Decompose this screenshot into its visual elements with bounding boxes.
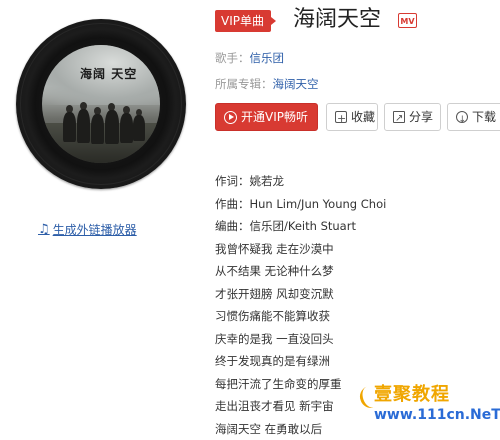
album-vinyl[interactable]: 海阔 天空 bbox=[16, 19, 186, 189]
album-cover-title: 海阔 天空 bbox=[80, 67, 140, 81]
vip-single-badge: VIP单曲 bbox=[215, 10, 271, 32]
lyric-line: 作词：姚若龙 bbox=[215, 170, 500, 193]
song-title: 海阔天空 bbox=[293, 6, 381, 34]
play-circle-icon bbox=[224, 111, 237, 124]
favorite-button[interactable]: 收藏 bbox=[326, 103, 378, 131]
mv-icon[interactable]: MV bbox=[398, 13, 417, 28]
lyric-line: 作曲：Hun Lim/Jun Young Choi bbox=[215, 193, 500, 216]
add-favorite-icon bbox=[335, 111, 347, 123]
lyric-line: 庆幸的是我 一直没回头 bbox=[215, 328, 500, 351]
download-icon bbox=[456, 111, 468, 123]
share-icon bbox=[393, 111, 405, 123]
download-label: 下载 bbox=[472, 104, 496, 130]
lyric-line: 才张开翅膀 风却变沉默 bbox=[215, 283, 500, 306]
lyric-line: 习惯伤痛能不能算收获 bbox=[215, 305, 500, 328]
watermark-url: www.111cn.NeT bbox=[374, 407, 500, 423]
watermark-brand: 壹聚教程 bbox=[374, 380, 450, 406]
album-link[interactable]: 海阔天空 bbox=[273, 77, 319, 91]
share-button[interactable]: 分享 bbox=[384, 103, 441, 131]
download-button[interactable]: 下载 bbox=[447, 103, 500, 131]
lyric-line: 终于发现真的是有绿洲 bbox=[215, 350, 500, 373]
site-watermark: 壹聚教程 www.111cn.NeT bbox=[360, 378, 500, 431]
singer-label: 歌手： bbox=[215, 51, 250, 65]
open-vip-play-label: 开通VIP畅听 bbox=[241, 104, 308, 130]
generate-embed-player-link[interactable]: ♫ 生成外链播放器 bbox=[38, 221, 137, 238]
favorite-label: 收藏 bbox=[351, 104, 375, 130]
lyric-line: 编曲：信乐团/Keith Stuart bbox=[215, 215, 500, 238]
lyric-line: 我曾怀疑我 走在沙漠中 bbox=[215, 238, 500, 261]
open-vip-play-button[interactable]: 开通VIP畅听 bbox=[215, 103, 318, 131]
singer-row: 歌手：信乐团 bbox=[215, 50, 284, 66]
album-label: 所属专辑： bbox=[215, 77, 273, 91]
singer-link[interactable]: 信乐团 bbox=[250, 51, 285, 65]
album-row: 所属专辑：海阔天空 bbox=[215, 76, 319, 92]
lyric-line: 从不结果 无论种什么梦 bbox=[215, 260, 500, 283]
album-cover: 海阔 天空 bbox=[42, 45, 160, 163]
share-label: 分享 bbox=[409, 104, 433, 130]
embed-link-label: 生成外链播放器 bbox=[53, 221, 137, 238]
music-note-icon: ♫ bbox=[38, 222, 50, 237]
